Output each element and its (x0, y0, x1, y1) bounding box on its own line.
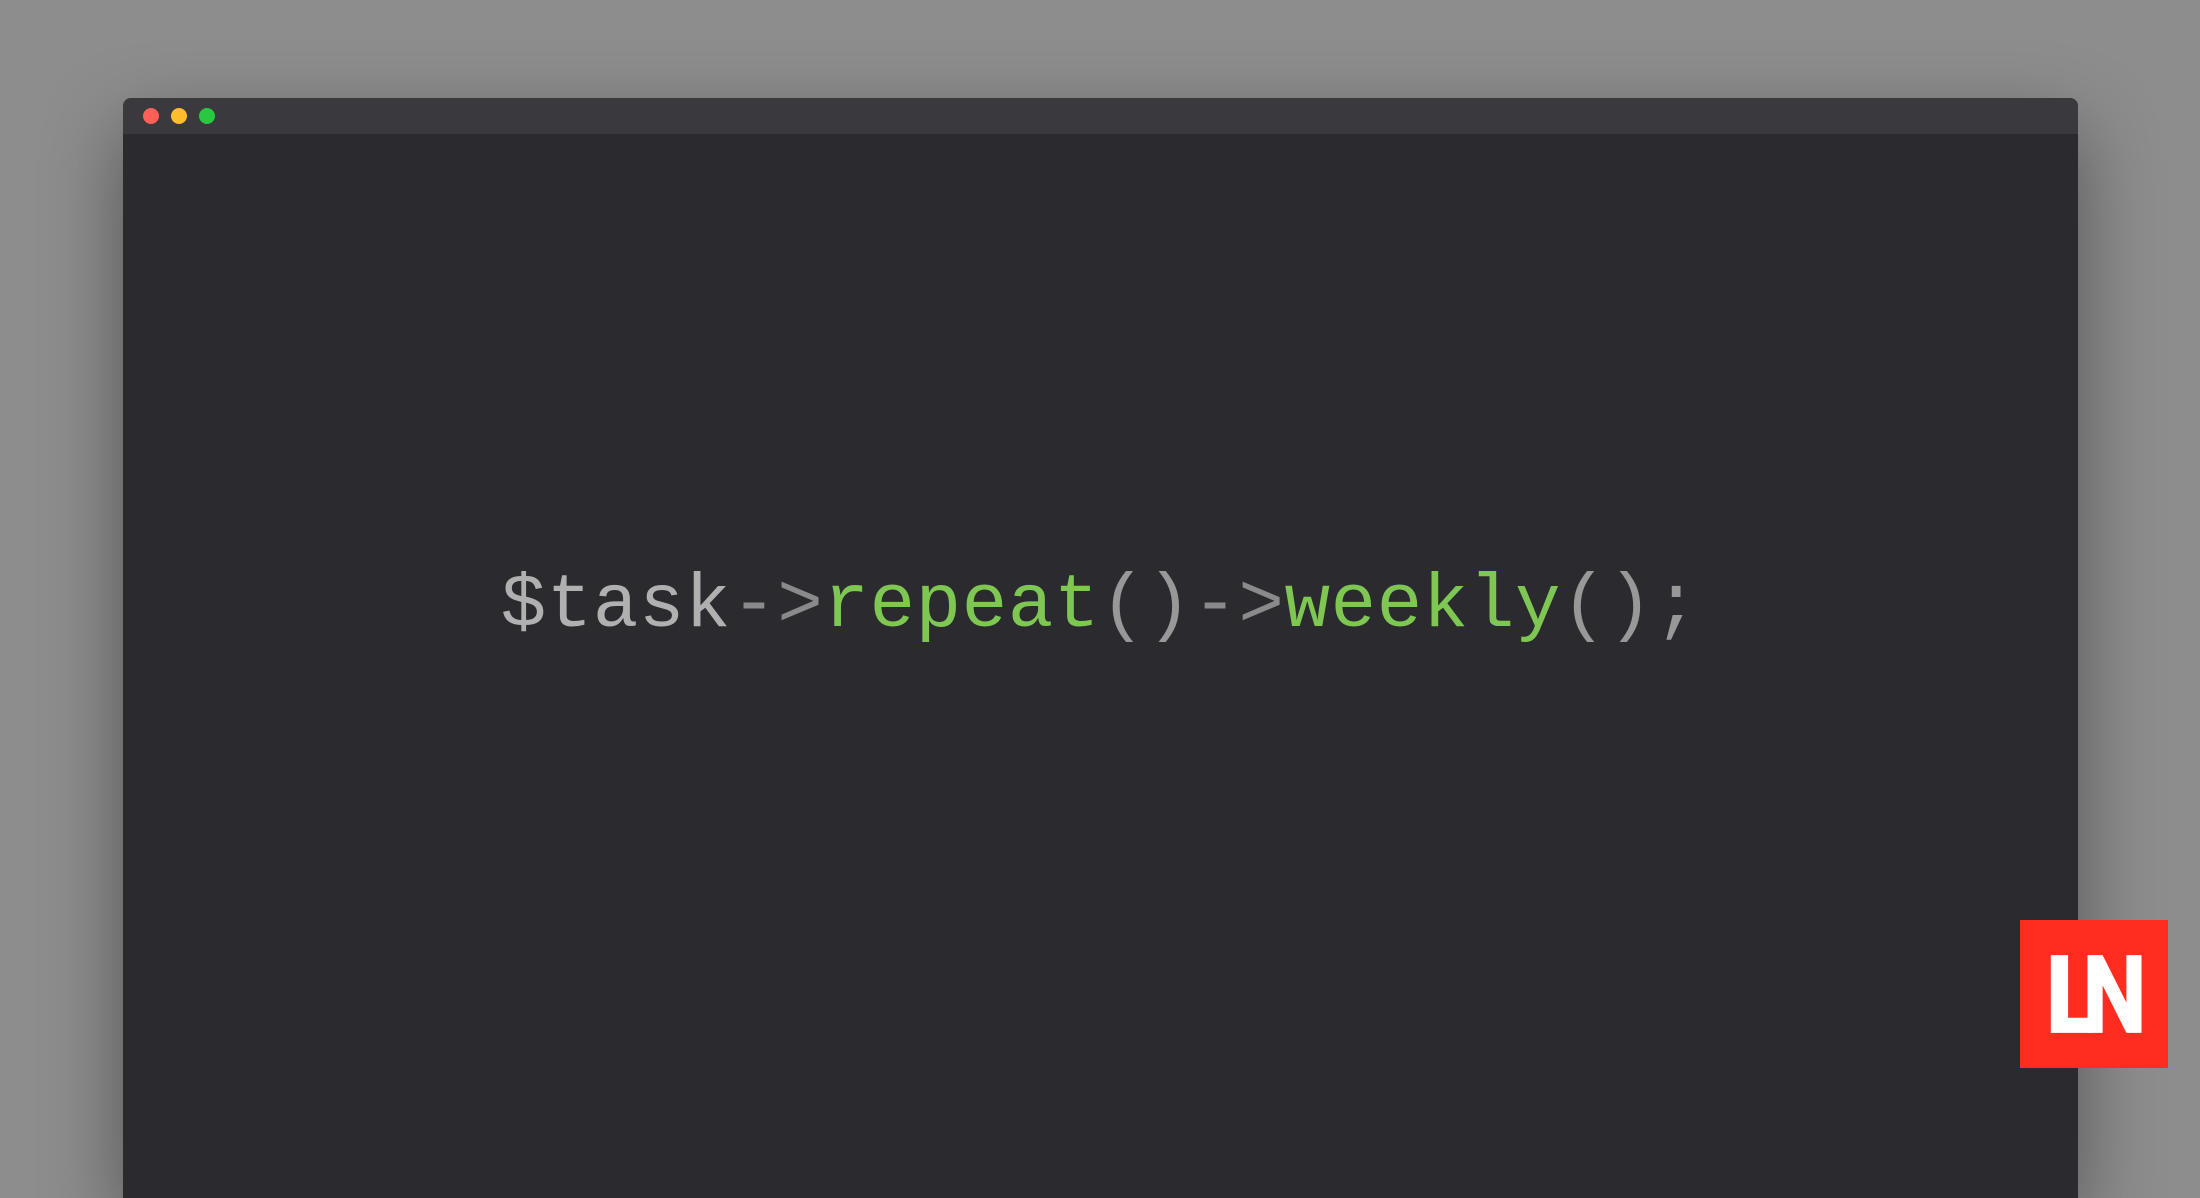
logo-ln-icon (2040, 940, 2148, 1048)
minimize-traffic-light[interactable] (171, 108, 187, 124)
arrow-token: -> (1192, 563, 1284, 649)
close-traffic-light[interactable] (143, 108, 159, 124)
semicolon-token: ; (1653, 563, 1699, 649)
paren-token: () (1561, 563, 1653, 649)
maximize-traffic-light[interactable] (199, 108, 215, 124)
variable-token: $task (501, 563, 732, 649)
editor-content-area: $task->repeat()->weekly(); (123, 134, 2078, 1198)
code-editor-window: $task->repeat()->weekly(); (123, 98, 2078, 1198)
laravel-news-logo (2020, 920, 2168, 1068)
code-line: $task->repeat()->weekly(); (501, 563, 1700, 649)
method-token: repeat (823, 563, 1100, 649)
window-titlebar (123, 98, 2078, 134)
paren-token: () (1100, 563, 1192, 649)
method-token: weekly (1284, 563, 1561, 649)
arrow-token: -> (731, 563, 823, 649)
